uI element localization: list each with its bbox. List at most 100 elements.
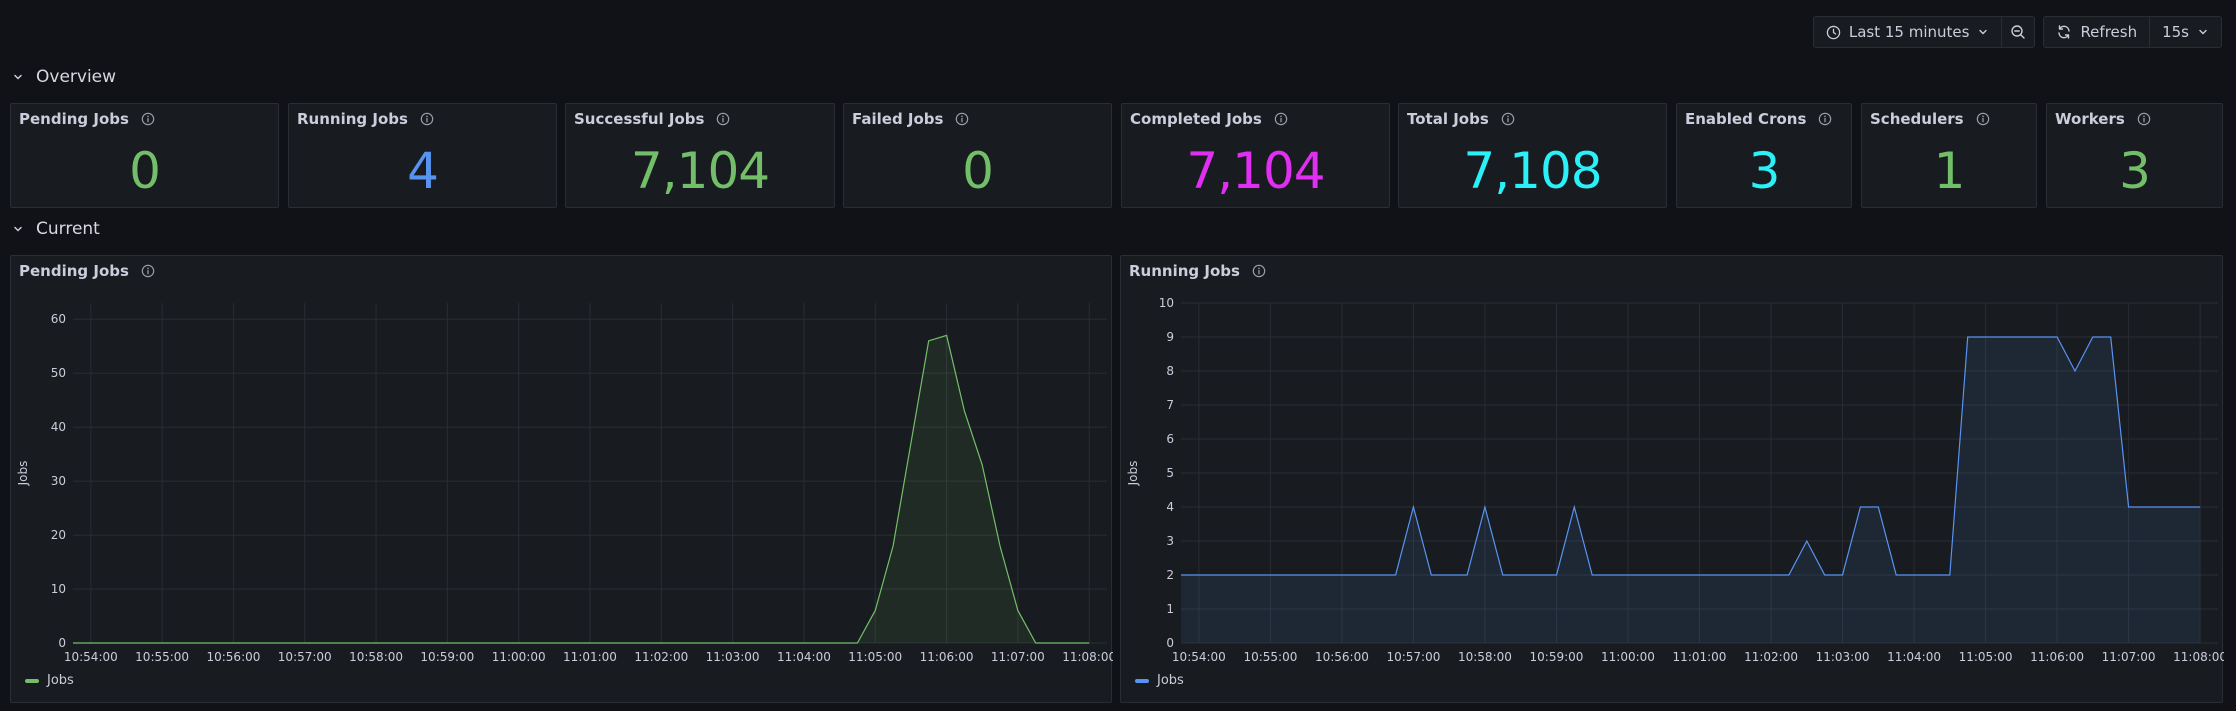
refresh-button[interactable]: Refresh (2043, 16, 2151, 48)
info-icon[interactable] (1818, 112, 1832, 126)
stat-value: 3 (2119, 142, 2151, 200)
panel-header: Running Jobs (297, 110, 434, 128)
series-area-jobs (73, 335, 1090, 643)
x-tick-label: 11:04:00 (777, 650, 831, 664)
x-tick-label: 10:54:00 (1172, 650, 1226, 664)
y-axis-label: Jobs (1126, 461, 1140, 487)
panel-header: Pending Jobs (19, 110, 155, 128)
panel-title: Total Jobs (1407, 110, 1489, 128)
stat-value: 0 (962, 142, 994, 200)
y-tick-label: 3 (1166, 534, 1174, 548)
x-tick-label: 11:00:00 (492, 650, 546, 664)
stat-value: 4 (407, 142, 439, 200)
info-icon[interactable] (955, 112, 969, 126)
panel-header: Failed Jobs (852, 110, 969, 128)
y-tick-label: 30 (51, 474, 66, 488)
stat-value: 3 (1748, 142, 1781, 200)
time-range-group: Last 15 minutes (1812, 16, 2036, 48)
chevron-down-icon (14, 74, 22, 80)
x-tick-label: 10:54:00 (64, 650, 118, 664)
x-tick-label: 11:07:00 (2102, 650, 2156, 664)
legend-swatch (1135, 678, 1149, 683)
stat-panel-successful-jobs: Successful Jobs 7,104 (565, 103, 835, 208)
info-icon[interactable] (420, 112, 434, 126)
info-icon[interactable] (716, 112, 730, 126)
series-area-jobs (1181, 337, 2201, 643)
info-icon[interactable] (141, 112, 155, 126)
stat-panel-total-jobs: Total Jobs 7,108 (1398, 103, 1667, 208)
legend-label: Jobs (1157, 673, 1184, 688)
running-jobs-chart: 0 1 2 3 4 5 6 7 8 9 10 10:54:00 10:55:00 10:56:00 10:5… (1126, 296, 2224, 664)
chevron-down-icon (1979, 29, 1988, 35)
refresh-interval-picker[interactable]: 15s (2150, 16, 2222, 48)
y-tick-label: 7 (1166, 398, 1174, 412)
legend-label: Jobs (47, 673, 74, 688)
x-tick-label: 11:02:00 (1744, 650, 1798, 664)
y-tick-label: 50 (51, 366, 66, 380)
zoom-out-button[interactable] (2002, 16, 2036, 48)
info-icon[interactable] (1274, 112, 1288, 126)
chevron-down-icon (2199, 29, 2207, 35)
zoom-out-icon (2011, 25, 2026, 39)
stat-value: 7,104 (1186, 142, 1325, 200)
row-title: Current (36, 219, 100, 239)
info-icon[interactable] (2137, 112, 2151, 126)
chevron-down-icon (14, 226, 22, 232)
y-tick-label: 5 (1166, 466, 1174, 480)
x-tick-label: 10:57:00 (278, 650, 332, 664)
y-tick-label: 10 (51, 582, 66, 596)
panel-title: Workers (2055, 110, 2125, 128)
running-jobs-chart-panel: Running Jobs 0 1 2 3 4 5 6 7 8 9 10 10:54:00 10:55:0… (1120, 255, 2224, 703)
info-icon[interactable] (1501, 112, 1515, 126)
x-tick-label: 10:59:00 (420, 650, 474, 664)
x-tick-label: 11:01:00 (563, 650, 617, 664)
y-tick-label: 2 (1166, 568, 1174, 582)
x-tick-label: 11:02:00 (634, 650, 688, 664)
x-tick-label: 11:03:00 (1816, 650, 1870, 664)
clock-icon (1826, 25, 1841, 39)
pending-jobs-chart-panel: Pending Jobs 0 10 20 30 40 50 60 10:54:00 10:55:… (10, 255, 1113, 703)
panel-title: Completed Jobs (1130, 110, 1262, 128)
stat-panel-schedulers: Schedulers 1 (1861, 103, 2037, 208)
x-tick-label: 10:59:00 (1530, 650, 1584, 664)
row-overview[interactable]: Overview (12, 67, 116, 87)
row-title: Overview (36, 67, 117, 87)
y-tick-label: 8 (1166, 364, 1174, 378)
x-tick-label: 11:05:00 (1959, 650, 2013, 664)
pending-jobs-chart: 0 10 20 30 40 50 60 10:54:00 10:55:00 10:56:00 10:… (16, 303, 1113, 664)
stat-value: 7,108 (1463, 142, 1602, 200)
time-range-label: Last 15 minutes (1848, 23, 1970, 41)
refresh-interval-label: 15s (2162, 23, 2189, 41)
x-tick-label: 11:03:00 (706, 650, 760, 664)
stat-panel-enabled-crons: Enabled Crons 3 (1676, 103, 1852, 208)
y-axis-label: Jobs (16, 461, 30, 487)
stat-value: 7,104 (630, 142, 770, 200)
refresh-label: Refresh (2080, 23, 2138, 41)
row-current[interactable]: Current (12, 219, 100, 239)
info-icon[interactable] (1976, 112, 1990, 126)
x-tick-label: 10:56:00 (1315, 650, 1369, 664)
x-tick-label: 10:57:00 (1386, 650, 1440, 664)
time-range-picker[interactable]: Last 15 minutes (1812, 16, 2003, 48)
y-tick-label: 0 (1166, 636, 1174, 650)
legend-swatch (25, 678, 39, 683)
x-tick-label: 10:56:00 (206, 650, 260, 664)
stat-panel-running-jobs: Running Jobs 4 (288, 103, 557, 208)
chart-legend[interactable]: Jobs (1135, 673, 1184, 688)
panel-title: Running Jobs (297, 110, 408, 128)
x-tick-label: 10:55:00 (1243, 650, 1297, 664)
y-tick-label: 0 (58, 636, 66, 650)
panel-header: Workers (2055, 110, 2151, 128)
x-tick-label: 11:05:00 (848, 650, 902, 664)
x-tick-label: 11:06:00 (920, 650, 974, 664)
y-tick-label: 1 (1166, 602, 1174, 616)
panel-header: Enabled Crons (1685, 110, 1832, 128)
stat-panel-workers: Workers 3 (2046, 103, 2223, 208)
x-tick-label: 11:08:00 (2173, 650, 2224, 664)
dashboard: Last 15 minutes Refresh 15s Overview Pen… (0, 0, 2236, 711)
chart-legend[interactable]: Jobs (25, 673, 74, 688)
x-tick-label: 10:58:00 (349, 650, 403, 664)
y-tick-label: 40 (51, 420, 66, 434)
x-tick-label: 10:55:00 (135, 650, 189, 664)
x-tick-label: 10:58:00 (1458, 650, 1512, 664)
